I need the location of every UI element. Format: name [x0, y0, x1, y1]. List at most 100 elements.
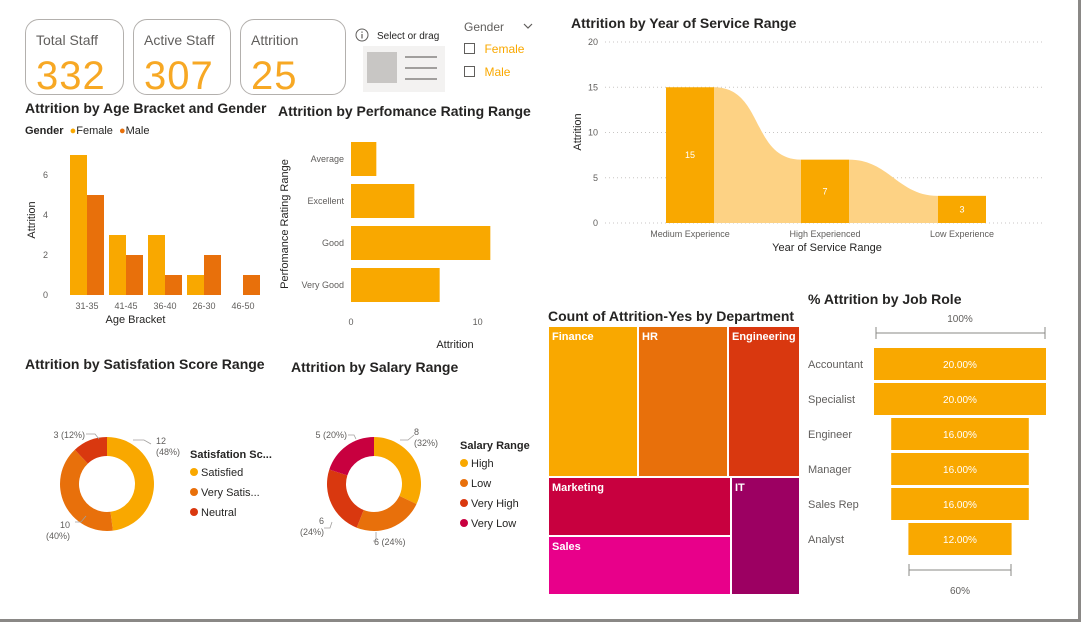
leader-line [133, 439, 152, 445]
leader-line [324, 521, 333, 529]
y-tick-label: 20 [588, 37, 598, 47]
category-label: Sales Rep [808, 499, 859, 511]
gender-option-female[interactable]: Female [464, 40, 524, 58]
y-tick-label: Excellent [307, 196, 344, 206]
legend-marker [190, 508, 198, 516]
y-tick-label: Good [322, 238, 344, 248]
satisfaction-chart-title: Attrition by Satisfation Score Range [25, 356, 265, 372]
legend-label: Very High [471, 498, 519, 510]
donut-slice [329, 437, 374, 476]
donut-slice [327, 469, 364, 528]
data-label: 16.00% [943, 465, 977, 476]
job-role-funnel-chart: 100% 20.00% Accountant 20.00% Specialist 16.0… [808, 314, 1046, 597]
x-tick-label: 31-35 [75, 301, 98, 311]
data-label: 6 [319, 516, 324, 526]
tile-label: Finance [552, 331, 594, 343]
y-tick-label: 4 [43, 210, 48, 220]
donut-slice [107, 437, 154, 531]
performance-rating-chart: Average Excellent Good Very Good 0 10 Attritio… [279, 142, 491, 351]
kpi-card-attrition: Attrition 25 [240, 19, 346, 98]
option-label: Male [484, 64, 511, 79]
treemap-tile-sales[interactable]: Sales [548, 536, 731, 595]
checkbox[interactable] [464, 43, 475, 55]
donut-slice [356, 495, 417, 531]
legend-title: Satisfation Sc... [190, 449, 272, 461]
data-label: 16.00% [943, 430, 977, 441]
kpi-value: 332 [36, 54, 106, 98]
y-tick-label: Average [311, 154, 344, 164]
data-label: 20.00% [943, 395, 977, 406]
x-axis-label: Age Bracket [106, 314, 166, 326]
x-axis-label: Attrition [436, 339, 473, 351]
category-label: Specialist [808, 394, 855, 406]
gender-option-male[interactable]: Male [464, 63, 510, 81]
ribbon [714, 87, 801, 223]
age-chart-title: Attrition by Age Bracket and Gender [25, 100, 267, 116]
data-label: 16.00% [943, 500, 977, 511]
bar-female [148, 235, 165, 295]
y-tick-label: 10 [588, 128, 598, 138]
treemap-tile-engineering[interactable]: Engineering [728, 326, 800, 477]
funnel-top-label: 100% [947, 314, 973, 325]
salary-donut-chart: 8(32%) 6 (24%) 6(24%) 5 (20%) Salary Range Hi… [300, 427, 530, 547]
data-label: 15 [685, 150, 695, 160]
kpi-card-total-staff: Total Staff 332 [25, 19, 124, 98]
legend-marker [190, 488, 198, 496]
data-label: 20.00% [943, 360, 977, 371]
y-axis-label: Attrition [572, 113, 584, 150]
legend-label: Satisfied [201, 467, 243, 479]
bar-male [87, 195, 104, 295]
bar [351, 268, 440, 302]
x-axis-label: Year of Service Range [772, 242, 882, 254]
data-label: 3 (12%) [53, 430, 85, 440]
y-tick-label: 15 [588, 82, 598, 92]
tile-label: Sales [552, 541, 581, 553]
info-icon[interactable] [355, 28, 369, 42]
category-label: Engineer [808, 429, 852, 441]
kpi-value: 307 [144, 54, 214, 98]
y-tick-label: 2 [43, 250, 48, 260]
y-axis-label: Attrition [26, 201, 38, 238]
x-tick-label: 10 [473, 317, 483, 327]
bar-male [243, 275, 260, 295]
chevron-down-icon[interactable] [523, 22, 533, 30]
legend-marker [460, 479, 468, 487]
gender-slicer: Gender Female Male [463, 19, 543, 84]
y-tick-label: 5 [593, 173, 598, 183]
visual-placeholder-icon [363, 46, 445, 92]
y-tick-label: 0 [43, 290, 48, 300]
data-label: 3 [959, 204, 964, 214]
treemap-tile-hr[interactable]: HR [638, 326, 728, 477]
dept-chart-title: Count of Attrition-Yes by Department [548, 308, 795, 324]
kpi-label: Attrition [251, 32, 299, 48]
salary-chart-title: Attrition by Salary Range [291, 359, 459, 375]
bar [351, 226, 491, 260]
treemap-tile-finance[interactable]: Finance [548, 326, 638, 477]
option-label: Female [484, 41, 525, 56]
legend-marker [190, 468, 198, 476]
department-treemap: Finance HR Engineering Marketing IT Sale… [548, 326, 800, 595]
treemap-tile-it[interactable]: IT [731, 477, 800, 595]
y-tick-label: Very Good [301, 280, 344, 290]
x-tick-label: 46-50 [231, 301, 254, 311]
checkbox[interactable] [464, 66, 475, 78]
treemap-tile-marketing[interactable]: Marketing [548, 477, 731, 536]
x-tick-label: Low Experience [930, 229, 994, 239]
legend-female: Female [76, 125, 113, 137]
data-label: 6 (24%) [374, 537, 406, 547]
data-label: 7 [822, 186, 827, 196]
x-tick-label: 0 [348, 317, 353, 327]
kpi-label: Active Staff [144, 32, 215, 48]
legend-marker [460, 499, 468, 507]
data-label: (32%) [414, 438, 438, 448]
x-tick-label: 41-45 [114, 301, 137, 311]
tile-label: HR [642, 331, 658, 343]
age-bracket-chart: 0 2 4 6 31-35 41-45 36-40 26-30 46-50 Age Bracket… [26, 155, 260, 326]
category-label: Manager [808, 464, 852, 476]
bar-male [126, 255, 143, 295]
bar-female [70, 155, 87, 295]
service-chart-title: Attrition by Year of Service Range [571, 15, 797, 31]
x-tick-label: 26-30 [192, 301, 215, 311]
empty-visual-placeholder[interactable]: Select or drag [355, 22, 445, 94]
gender-slicer-title: Gender [464, 20, 505, 34]
